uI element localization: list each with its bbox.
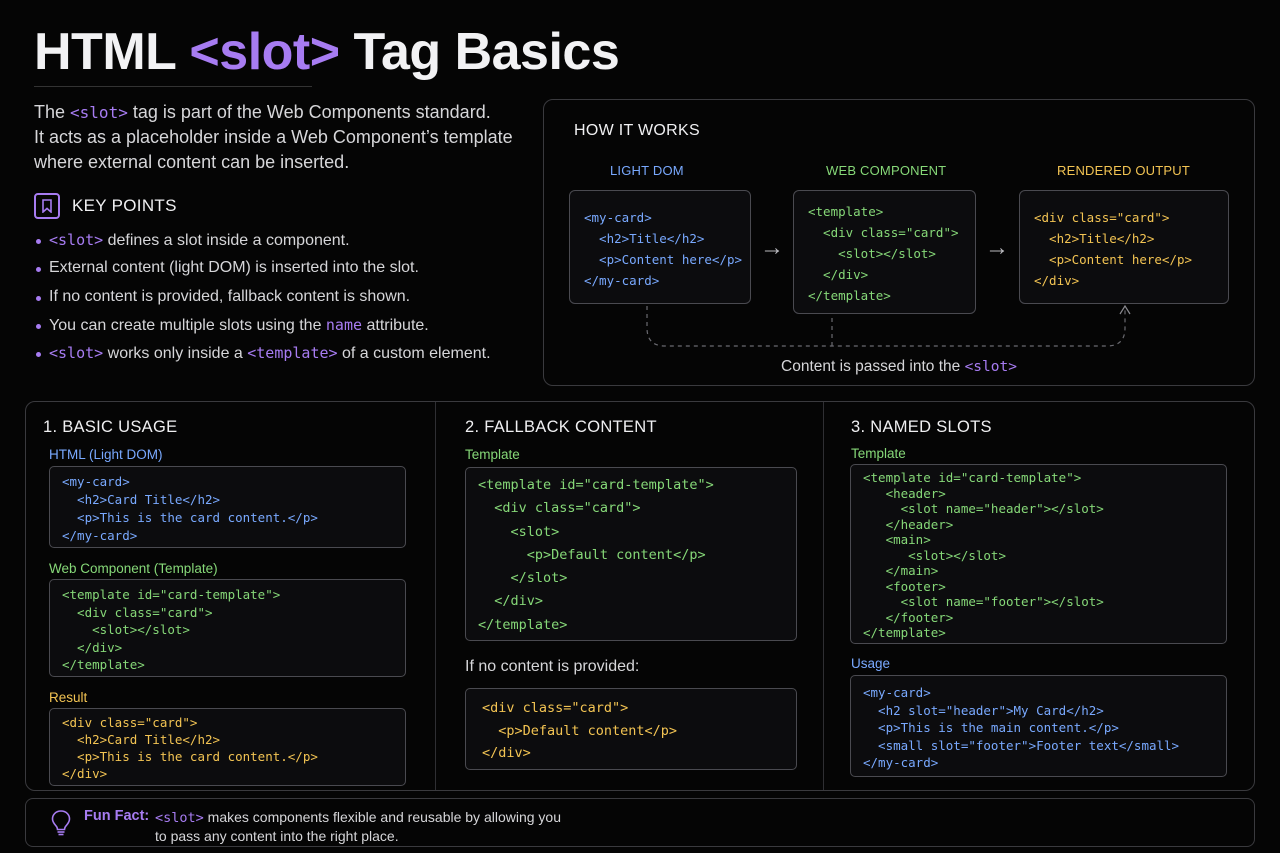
named-slots-usage-label: Usage bbox=[851, 656, 891, 671]
html-light-dom-label: HTML (Light DOM) bbox=[49, 447, 163, 462]
intro-text: The bbox=[34, 102, 71, 122]
key-point-item: If no content is provided, fallback cont… bbox=[36, 288, 491, 316]
intro-line-1: The <slot> tag is part of the Web Compon… bbox=[34, 100, 524, 125]
lightbulb-icon bbox=[51, 810, 71, 836]
title-prefix: HTML bbox=[34, 23, 190, 81]
light-dom-code: <my-card> <h2>Title</h2> <p>Content here… bbox=[584, 210, 743, 288]
section-divider bbox=[823, 402, 824, 790]
title-slot-tag: <slot> bbox=[189, 23, 340, 81]
key-point-item: <slot> works only inside a <template> of… bbox=[36, 344, 491, 372]
fun-fact-line-1: <slot> makes components flexible and reu… bbox=[155, 808, 561, 827]
key-points-title: KEY POINTS bbox=[72, 196, 177, 215]
inline-code: <slot> bbox=[49, 231, 104, 249]
examples-panel: 1. BASIC USAGE HTML (Light DOM) <my-card… bbox=[25, 401, 1255, 791]
fun-fact-text: <slot> makes components flexible and reu… bbox=[155, 808, 561, 845]
key-point-item: External content (light DOM) is inserted… bbox=[36, 259, 491, 287]
how-it-works-title: HOW IT WORKS bbox=[574, 122, 700, 139]
fallback-template-code-box: <template id="card-template"> <div class… bbox=[465, 467, 797, 641]
key-point-item: You can create multiple slots using the … bbox=[36, 316, 491, 344]
inline-code: name bbox=[325, 315, 363, 334]
section-divider bbox=[435, 402, 436, 790]
fun-fact-label: Fun Fact: bbox=[84, 808, 150, 824]
web-component-template-code-box: <template id="card-template"> <div class… bbox=[49, 579, 406, 677]
result-label: Result bbox=[49, 690, 88, 705]
caption-text: Content is passed into the bbox=[781, 358, 965, 375]
fallback-result-code-box: <div class="card"> <p>Default content</p… bbox=[465, 688, 797, 770]
fun-fact-text-part: makes components flexible and reusable b… bbox=[203, 809, 561, 825]
key-point-text: works only inside a bbox=[103, 345, 248, 363]
web-component-template-label: Web Component (Template) bbox=[49, 561, 218, 576]
key-point-text: If no content is provided, fallback cont… bbox=[49, 287, 411, 305]
html-light-dom-code: <my-card> <h2>Card Title</h2> <p>This is… bbox=[62, 474, 318, 543]
title-underline bbox=[34, 86, 312, 87]
fallback-note: If no content is provided: bbox=[465, 658, 640, 675]
key-point-text: attribute. bbox=[362, 316, 429, 334]
key-point-item: <slot> defines a slot inside a component… bbox=[36, 231, 491, 259]
key-points-list: <slot> defines a slot inside a component… bbox=[36, 231, 491, 372]
web-component-label: WEB COMPONENT bbox=[826, 163, 947, 178]
arrow-right-icon: → bbox=[985, 234, 1009, 261]
how-it-works-caption: Content is passed into the <slot> bbox=[544, 358, 1254, 376]
named-slots-usage-code-box: <my-card> <h2 slot="header">My Card</h2>… bbox=[850, 675, 1227, 777]
fun-fact-line-2: to pass any content into the right place… bbox=[155, 828, 399, 844]
title-suffix: Tag Basics bbox=[339, 23, 620, 81]
light-dom-code-box: <my-card> <h2>Title</h2> <p>Content here… bbox=[569, 190, 751, 304]
result-code-box: <div class="card"> <h2>Card Title</h2> <… bbox=[49, 708, 406, 786]
key-point-text: External content (light DOM) is inserted… bbox=[49, 259, 419, 277]
intro-paragraph: The <slot> tag is part of the Web Compon… bbox=[34, 100, 524, 175]
web-component-template-code: <template id="card-template"> <div class… bbox=[62, 587, 281, 673]
key-point-text: defines a slot inside a component. bbox=[103, 232, 350, 249]
named-slots-template-code: <template id="card-template"> <header> <… bbox=[863, 470, 1104, 640]
light-dom-label: LIGHT DOM bbox=[610, 163, 684, 178]
fun-fact-banner: Fun Fact: <slot> makes components flexib… bbox=[25, 798, 1255, 847]
key-point-text: You can create multiple slots using the bbox=[49, 316, 326, 334]
key-points-header: KEY POINTS bbox=[34, 193, 177, 219]
bookmark-icon bbox=[34, 193, 60, 219]
inline-code: <slot> bbox=[49, 344, 104, 363]
fallback-template-code: <template id="card-template"> <div class… bbox=[478, 477, 714, 633]
named-slots-template-label: Template bbox=[851, 446, 906, 461]
key-point-text: of a custom element. bbox=[337, 345, 491, 363]
basic-usage-title: 1. BASIC USAGE bbox=[43, 418, 178, 436]
inline-code: <slot> bbox=[964, 359, 1017, 375]
named-slots-title: 3. NAMED SLOTS bbox=[851, 418, 992, 436]
rendered-output-code: <div class="card"> <h2>Title</h2> <p>Con… bbox=[1034, 210, 1193, 288]
intro-slot-code: <slot> bbox=[70, 103, 128, 122]
page-title: HTML <slot> Tag Basics bbox=[34, 22, 620, 82]
intro-line-3: where external content can be inserted. bbox=[34, 152, 350, 172]
intro-text: tag is part of the Web Components standa… bbox=[127, 102, 491, 122]
inline-code: <template> bbox=[247, 344, 338, 363]
inline-code: <slot> bbox=[155, 810, 204, 826]
web-component-code-box: <template> <div class="card"> <slot></sl… bbox=[793, 190, 976, 314]
result-code: <div class="card"> <h2>Card Title</h2> <… bbox=[62, 715, 318, 781]
named-slots-usage-code: <my-card> <h2 slot="header">My Card</h2>… bbox=[863, 685, 1180, 770]
arrow-right-icon: → bbox=[760, 234, 784, 261]
intro-line-2: It acts as a placeholder inside a Web Co… bbox=[34, 127, 513, 147]
fallback-result-code: <div class="card"> <p>Default content</p… bbox=[482, 700, 678, 761]
how-it-works-panel: HOW IT WORKS LIGHT DOM WEB COMPONENT REN… bbox=[543, 99, 1255, 386]
fallback-content-title: 2. FALLBACK CONTENT bbox=[465, 418, 657, 436]
named-slots-template-code-box: <template id="card-template"> <header> <… bbox=[850, 464, 1227, 644]
fallback-template-label: Template bbox=[465, 447, 520, 462]
rendered-output-label: RENDERED OUTPUT bbox=[1057, 163, 1191, 178]
rendered-output-code-box: <div class="card"> <h2>Title</h2> <p>Con… bbox=[1019, 190, 1229, 304]
web-component-code: <template> <div class="card"> <slot></sl… bbox=[808, 204, 959, 303]
html-light-dom-code-box: <my-card> <h2>Card Title</h2> <p>This is… bbox=[49, 466, 406, 548]
